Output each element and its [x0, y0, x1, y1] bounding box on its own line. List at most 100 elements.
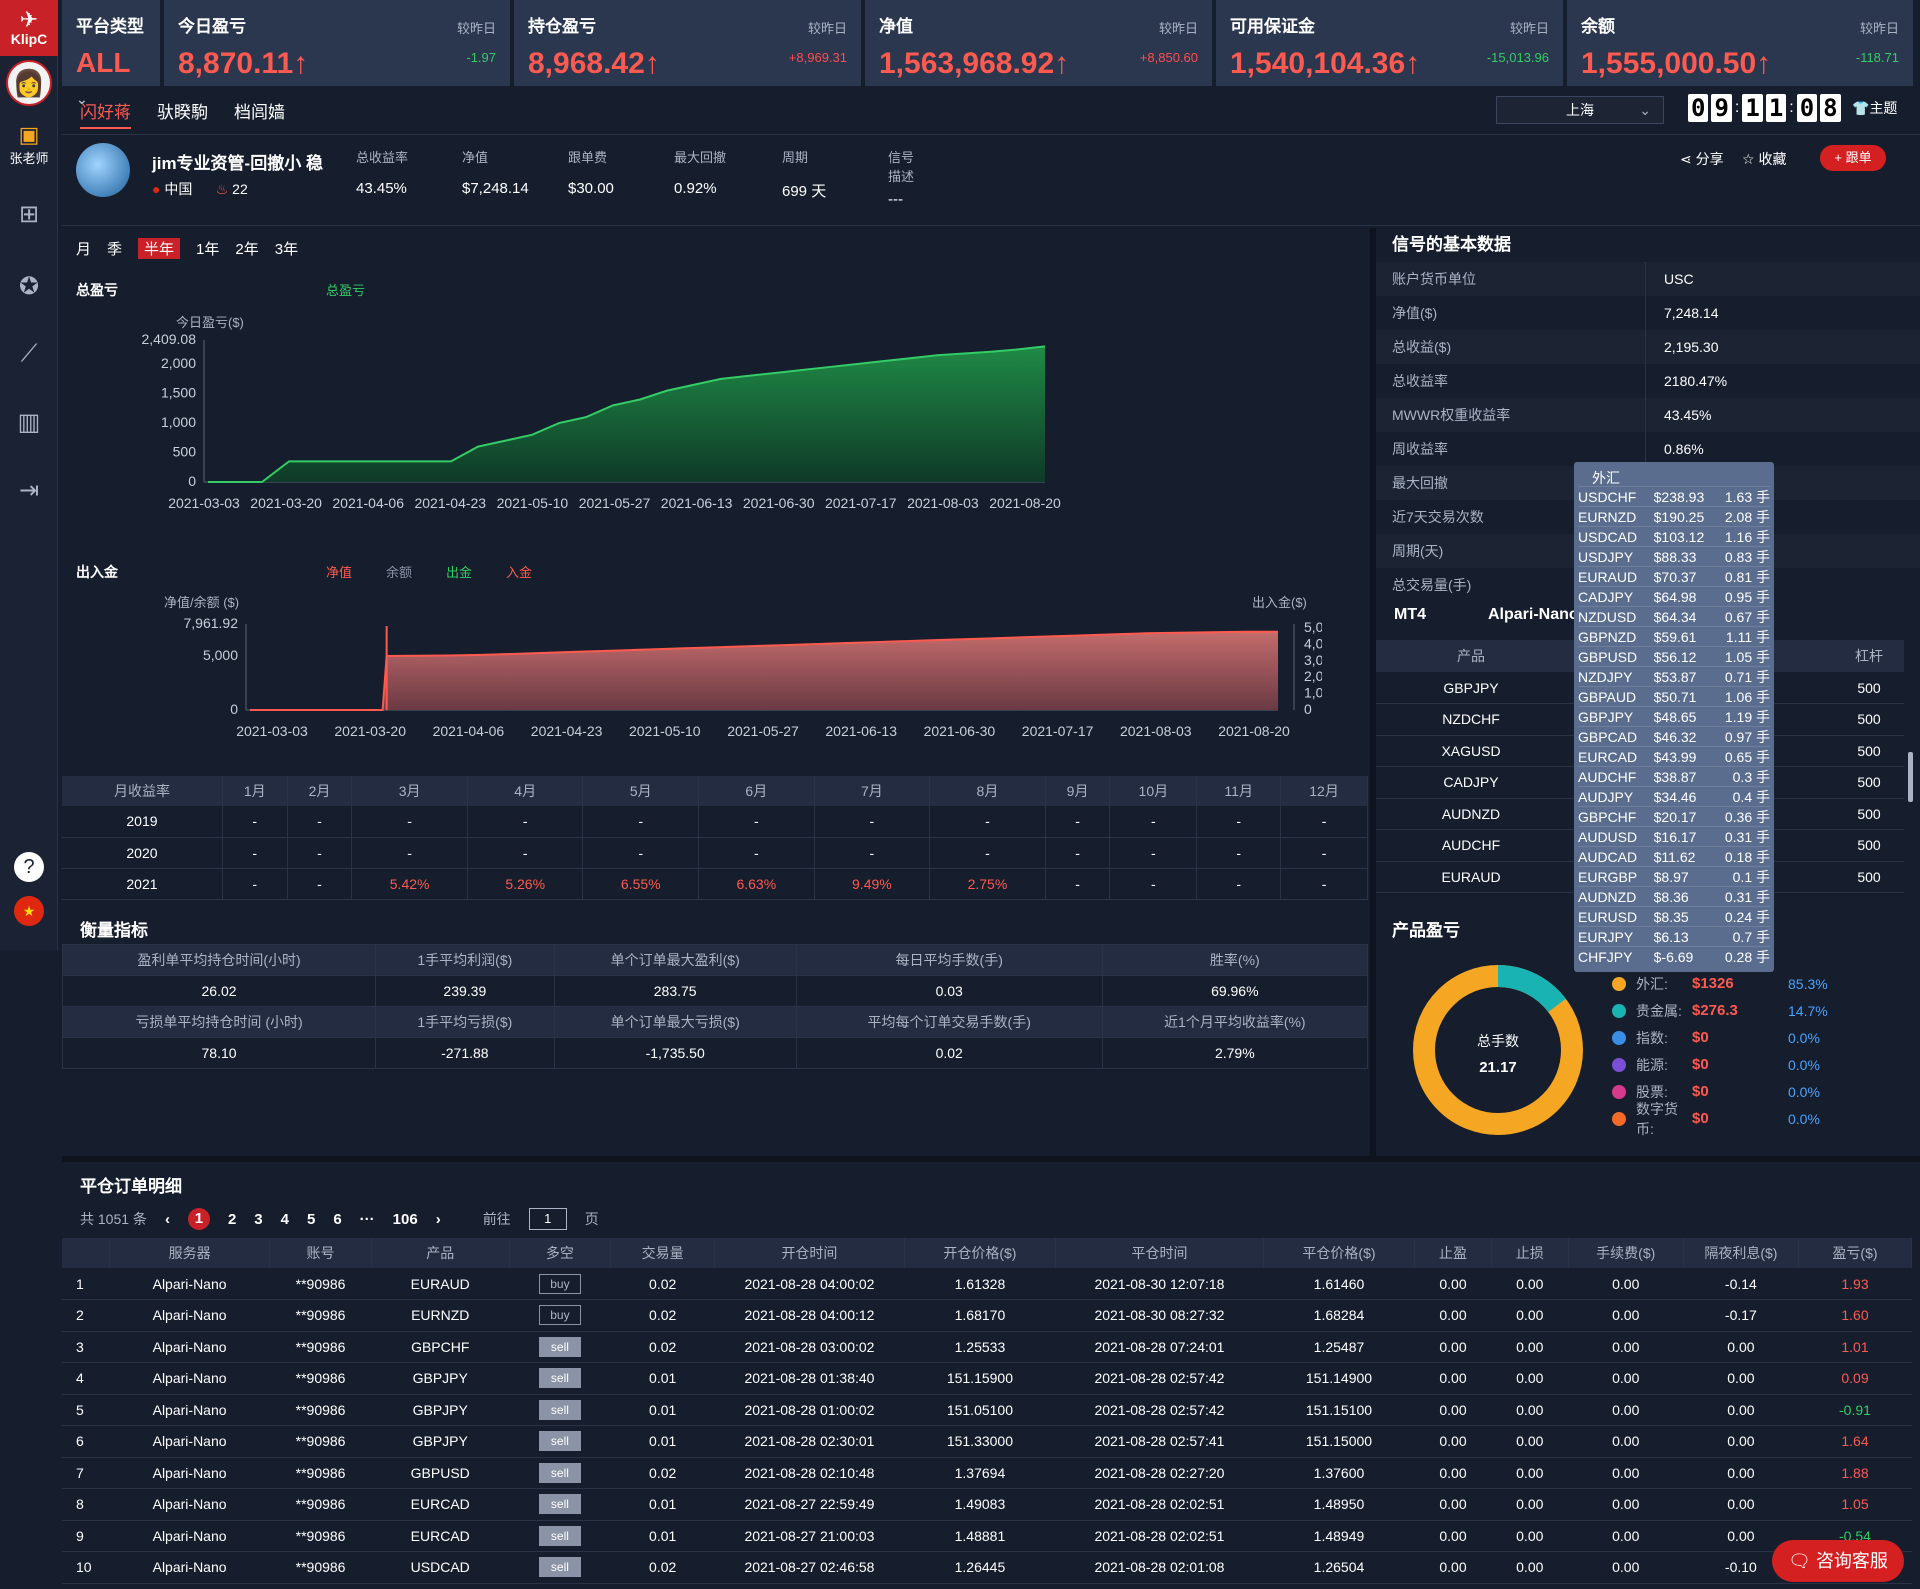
table-row[interactable]: 6 Alpari-Nano **90986 GBPJPY sell 0.01 2021-08… [62, 1425, 1912, 1458]
tooltip-cell: $238.93 [1653, 489, 1705, 505]
table-row[interactable]: 8 Alpari-Nano **90986 EURCAD sell 0.01 2021-08… [62, 1488, 1912, 1521]
cell: 10 [62, 1551, 110, 1584]
scrollbar[interactable] [1908, 752, 1913, 802]
tooltip-cell: $8.35 [1653, 909, 1689, 925]
page-6[interactable]: 6 [333, 1211, 341, 1228]
cell: 0.00 [1683, 1331, 1799, 1363]
period-2y[interactable]: 2年 [235, 238, 258, 259]
tooltip-cell: 0.4 手 [1732, 789, 1770, 805]
stat-equity: 净值 $7,248.14 [462, 150, 529, 197]
x-tick: 2021-03-20 [334, 723, 406, 739]
cell: 4 [62, 1362, 110, 1395]
follow-button[interactable]: + 跟单 [1820, 145, 1886, 171]
page-1[interactable]: 1 [187, 1208, 210, 1230]
tab-0[interactable]: 闪好蒋 [80, 98, 131, 129]
column-header [62, 1238, 110, 1268]
prev-page-icon[interactable]: ‹ [165, 1211, 170, 1228]
trend-icon[interactable]: ⟋ [14, 340, 44, 370]
tooltip-cell: USDCHF [1578, 489, 1637, 505]
stat-period: 周期 699 天 [782, 150, 827, 200]
cell: 5.42% [351, 868, 468, 900]
page-last[interactable]: 106 [393, 1211, 418, 1228]
period-quarter[interactable]: 季 [107, 238, 122, 259]
metric-value: -1,735.50 [553, 1037, 797, 1069]
chart1-legend[interactable]: 总盈亏 [326, 280, 365, 299]
metrics-row: 78.10 -271.88 -1,735.50 0.02 2.79% [61, 1037, 1369, 1069]
legend-name: 能源: [1636, 1056, 1668, 1073]
grid-icon[interactable]: ⊞ [14, 200, 44, 230]
help-icon[interactable]: ? [14, 852, 44, 882]
cell: - [1196, 837, 1282, 869]
tooltip-cell: 1.63 手 [1724, 489, 1770, 505]
cell: Alpari-Nano [109, 1331, 270, 1363]
tooltip-cell: 0.3 手 [1732, 769, 1770, 785]
tooltip-cell: $64.98 [1653, 589, 1697, 605]
x-tick: 2021-08-20 [1218, 723, 1290, 739]
margin-card: 可用保证金 1,540,104.36↑ 较昨日 -15,013.96 [1216, 0, 1563, 86]
column-header: 盈亏($) [1798, 1238, 1913, 1268]
city-select[interactable]: 上海 ⌄ [1496, 96, 1664, 124]
cell: 0.00 [1568, 1331, 1684, 1363]
cell: 0.00 [1414, 1362, 1492, 1395]
x-tick: 2021-05-10 [497, 495, 569, 511]
china-flag-icon[interactable]: ★ [14, 896, 44, 926]
award-icon[interactable]: ✪ [14, 272, 44, 302]
cell: 0.00 [1414, 1394, 1492, 1426]
logout-icon[interactable]: ⇥ [14, 476, 44, 506]
table-row[interactable]: 7 Alpari-Nano **90986 GBPUSD sell 0.02 2021-08… [62, 1457, 1912, 1489]
table-row[interactable]: 10 Alpari-Nano **90986 USDCAD sell 0.02 2021-0… [62, 1551, 1912, 1584]
page-3[interactable]: 3 [254, 1211, 262, 1228]
table-row[interactable]: 1 Alpari-Nano **90986 EURAUD buy 0.02 2021-08-… [62, 1268, 1912, 1300]
table-row: 2021- -5.42% 5.26% 6.55% 6.63% 9.49% 2.75% - - - - [62, 868, 1368, 900]
avatar[interactable]: 👩 [6, 60, 52, 106]
tooltip-row: GBPNZD $59.61 1.11 手 [1578, 626, 1770, 646]
legend-balance[interactable]: 余额 [386, 562, 412, 581]
x-tick: 2021-05-10 [629, 723, 701, 739]
table-row[interactable]: 4 Alpari-Nano **90986 GBPJPY sell 0.01 2021-08… [62, 1362, 1912, 1395]
x-tick: 2021-07-17 [825, 495, 897, 511]
legend-deposit[interactable]: 入金 [506, 562, 532, 581]
page-ellipsis[interactable]: ··· [360, 1211, 375, 1228]
period-halfyear[interactable]: 半年 [138, 238, 181, 259]
platform-card[interactable]: 平台类型 ALL ⌄ [62, 0, 160, 107]
support-button[interactable]: 🗨 咨询客服 [1772, 1540, 1904, 1582]
period-1y[interactable]: 1年 [196, 238, 219, 259]
tooltip-cell: NZDJPY [1578, 669, 1633, 685]
tab-2[interactable]: 档闾嫱 [234, 98, 285, 129]
cell: 151.15000 [1263, 1425, 1415, 1458]
share-button[interactable]: ⋖ 分享 [1680, 149, 1724, 169]
product-cell: CADJPY [1376, 766, 1566, 799]
tooltip-cell: EURUSD [1578, 909, 1638, 925]
teacher-item[interactable]: ▣ 张老师 [0, 122, 58, 167]
legend-equity[interactable]: 净值 [326, 562, 352, 581]
favorite-button[interactable]: ☆ 收藏 [1742, 149, 1786, 169]
legend-item: 外汇: $1326 85.3% [1612, 970, 1828, 997]
page-5[interactable]: 5 [307, 1211, 315, 1228]
tab-1[interactable]: 驮睽駒 [157, 98, 208, 129]
summary-bar: 平台类型 ALL ⌄ 今日盈亏 8,870.11↑ 较昨日 -1.97 持仓盈亏… [62, 0, 1920, 107]
tooltip-row: AUDNZD $8.36 0.31 手 [1578, 886, 1770, 906]
table-row[interactable]: 2 Alpari-Nano **90986 EURNZD buy 0.02 2021-08-… [62, 1299, 1912, 1332]
metric-value: 26.02 [61, 975, 377, 1007]
logo[interactable]: ✈ KlipC [0, 0, 58, 56]
next-page-icon[interactable]: › [436, 1211, 441, 1228]
bar-chart-icon[interactable]: ▥ [14, 408, 44, 438]
cell: 1.48950 [1263, 1488, 1415, 1521]
period-3y[interactable]: 3年 [275, 238, 298, 259]
cell: 0.00 [1683, 1394, 1799, 1426]
cell: - [698, 837, 815, 869]
cell: 2021 [62, 868, 223, 900]
page-4[interactable]: 4 [281, 1211, 289, 1228]
cell: 0.00 [1414, 1299, 1492, 1332]
legend-withdraw[interactable]: 出金 [446, 562, 472, 581]
table-row[interactable]: 3 Alpari-Nano **90986 GBPCHF sell 0.02 2021-08… [62, 1331, 1912, 1363]
cell: Alpari-Nano [109, 1520, 270, 1552]
cell: 0.00 [1568, 1520, 1684, 1552]
theme-button[interactable]: 👕主题 [1852, 98, 1897, 118]
goto-page-input[interactable]: 1 [528, 1208, 567, 1230]
cell: Alpari-Nano [109, 1362, 270, 1395]
table-row[interactable]: 9 Alpari-Nano **90986 EURCAD sell 0.01 2021-08… [62, 1520, 1912, 1552]
page-2[interactable]: 2 [228, 1211, 236, 1228]
table-row[interactable]: 5 Alpari-Nano **90986 GBPJPY sell 0.01 2021-08… [62, 1394, 1912, 1426]
period-month[interactable]: 月 [76, 238, 91, 259]
